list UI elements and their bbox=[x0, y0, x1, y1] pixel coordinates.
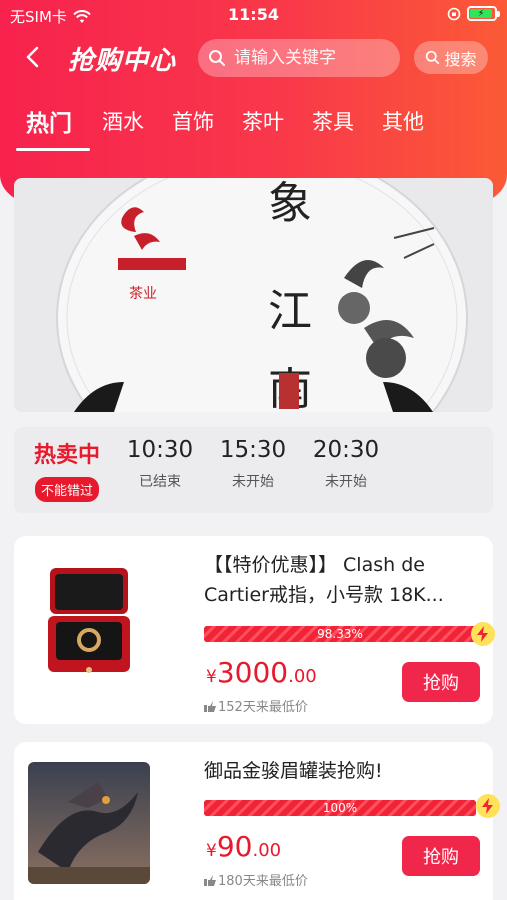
search-button-label: 搜索 bbox=[444, 49, 477, 69]
search-button[interactable]: 搜索 bbox=[414, 41, 488, 74]
slot-time: 热卖中 bbox=[33, 443, 100, 468]
svg-text:茶业: 茶业 bbox=[129, 286, 157, 302]
product-image[interactable] bbox=[28, 558, 150, 680]
lowest-price-text: 152天来最低价 bbox=[218, 700, 308, 715]
clock: 11:54 bbox=[228, 5, 279, 24]
lowest-price-text: 180天来最低价 bbox=[218, 874, 308, 889]
search-input[interactable] bbox=[234, 48, 384, 68]
slot-time: 15:30 bbox=[219, 437, 287, 463]
time-slot-1030[interactable]: 10:30 已结束 bbox=[115, 437, 205, 491]
product-title[interactable]: 【【特价优惠】】 Clash de Cartier戒指，小号款 18K... bbox=[204, 550, 478, 610]
tab-jewelry[interactable]: 首饰 bbox=[172, 106, 214, 136]
price-decimal: .00 bbox=[288, 666, 317, 687]
price-symbol: ¥ bbox=[206, 841, 217, 861]
status-bar: 无SIM卡 11:54 ⚡ bbox=[0, 0, 507, 30]
price-integer: 90 bbox=[216, 830, 253, 863]
tab-teaware[interactable]: 茶具 bbox=[312, 106, 354, 136]
product-price: ¥3000.00 bbox=[206, 656, 317, 689]
product-card[interactable]: 御品金骏眉罐装抢购! 100% ¥90.00 180天来最低价 抢购 bbox=[14, 742, 500, 900]
category-tabs: 热门 酒水 首饰 茶叶 茶具 其他 bbox=[0, 104, 507, 154]
sales-progress-bar: 98.33% bbox=[204, 626, 476, 642]
grab-button[interactable]: 抢购 bbox=[402, 662, 480, 702]
sales-progress-bar: 100% bbox=[204, 800, 476, 816]
battery-icon: ⚡ bbox=[467, 6, 500, 21]
lightning-icon bbox=[471, 622, 495, 646]
slot-time: 20:30 bbox=[312, 437, 380, 463]
nav-bar: 抢购中心 搜索 bbox=[0, 36, 507, 80]
product-card[interactable]: 【【特价优惠】】 Clash de Cartier戒指，小号款 18K... 9… bbox=[14, 536, 495, 724]
slot-time: 10:30 bbox=[126, 437, 194, 463]
price-integer: 3000 bbox=[216, 656, 289, 689]
thumbs-up-icon bbox=[204, 700, 216, 712]
time-slot-1530[interactable]: 15:30 未开始 bbox=[208, 437, 298, 491]
product-title[interactable]: 御品金骏眉罐装抢购! bbox=[204, 756, 478, 786]
product-price: ¥90.00 bbox=[206, 830, 281, 863]
header-background bbox=[0, 0, 507, 205]
banner-image[interactable]: 象 江 南 茶业 bbox=[14, 178, 493, 412]
svg-text:象: 象 bbox=[268, 178, 312, 229]
search-icon bbox=[426, 50, 440, 65]
page-title: 抢购中心 bbox=[68, 46, 177, 76]
slot-status: 未开始 bbox=[325, 474, 367, 490]
lowest-price-note: 180天来最低价 bbox=[204, 870, 308, 889]
grab-button[interactable]: 抢购 bbox=[402, 836, 480, 876]
time-slot-hot[interactable]: 热卖中 不能错过 bbox=[22, 437, 112, 502]
lowest-price-note: 152天来最低价 bbox=[204, 696, 308, 715]
dragon-tin-illustration bbox=[28, 762, 150, 884]
time-slot-2030[interactable]: 20:30 未开始 bbox=[301, 437, 391, 491]
price-decimal: .00 bbox=[252, 840, 282, 861]
tea-cake-illustration: 象 江 南 茶业 bbox=[14, 178, 493, 412]
slot-status-badge: 不能错过 bbox=[34, 477, 99, 502]
progress-label: 100% bbox=[322, 801, 358, 815]
tab-tea[interactable]: 茶叶 bbox=[242, 106, 284, 136]
tab-hot[interactable]: 热门 bbox=[26, 104, 72, 138]
price-symbol: ¥ bbox=[206, 667, 217, 687]
slot-status: 未开始 bbox=[232, 474, 274, 490]
search-icon bbox=[209, 50, 225, 66]
svg-text:江: 江 bbox=[268, 286, 312, 337]
tab-other[interactable]: 其他 bbox=[382, 106, 424, 136]
thumbs-up-icon bbox=[204, 874, 216, 886]
lightning-icon bbox=[476, 794, 500, 818]
ring-box-illustration bbox=[28, 558, 150, 680]
progress-label: 98.33% bbox=[317, 627, 363, 641]
back-button[interactable] bbox=[18, 42, 48, 72]
tab-drinks[interactable]: 酒水 bbox=[102, 106, 144, 136]
slot-status: 已结束 bbox=[139, 474, 181, 490]
product-image[interactable] bbox=[28, 762, 150, 884]
chevron-left-icon bbox=[26, 46, 39, 68]
flash-sale-timebar: 热卖中 不能错过 10:30 已结束 15:30 未开始 20:30 未开始 bbox=[14, 427, 493, 513]
active-tab-indicator bbox=[16, 148, 90, 151]
orientation-lock-icon bbox=[447, 7, 461, 20]
search-box[interactable] bbox=[198, 39, 400, 77]
